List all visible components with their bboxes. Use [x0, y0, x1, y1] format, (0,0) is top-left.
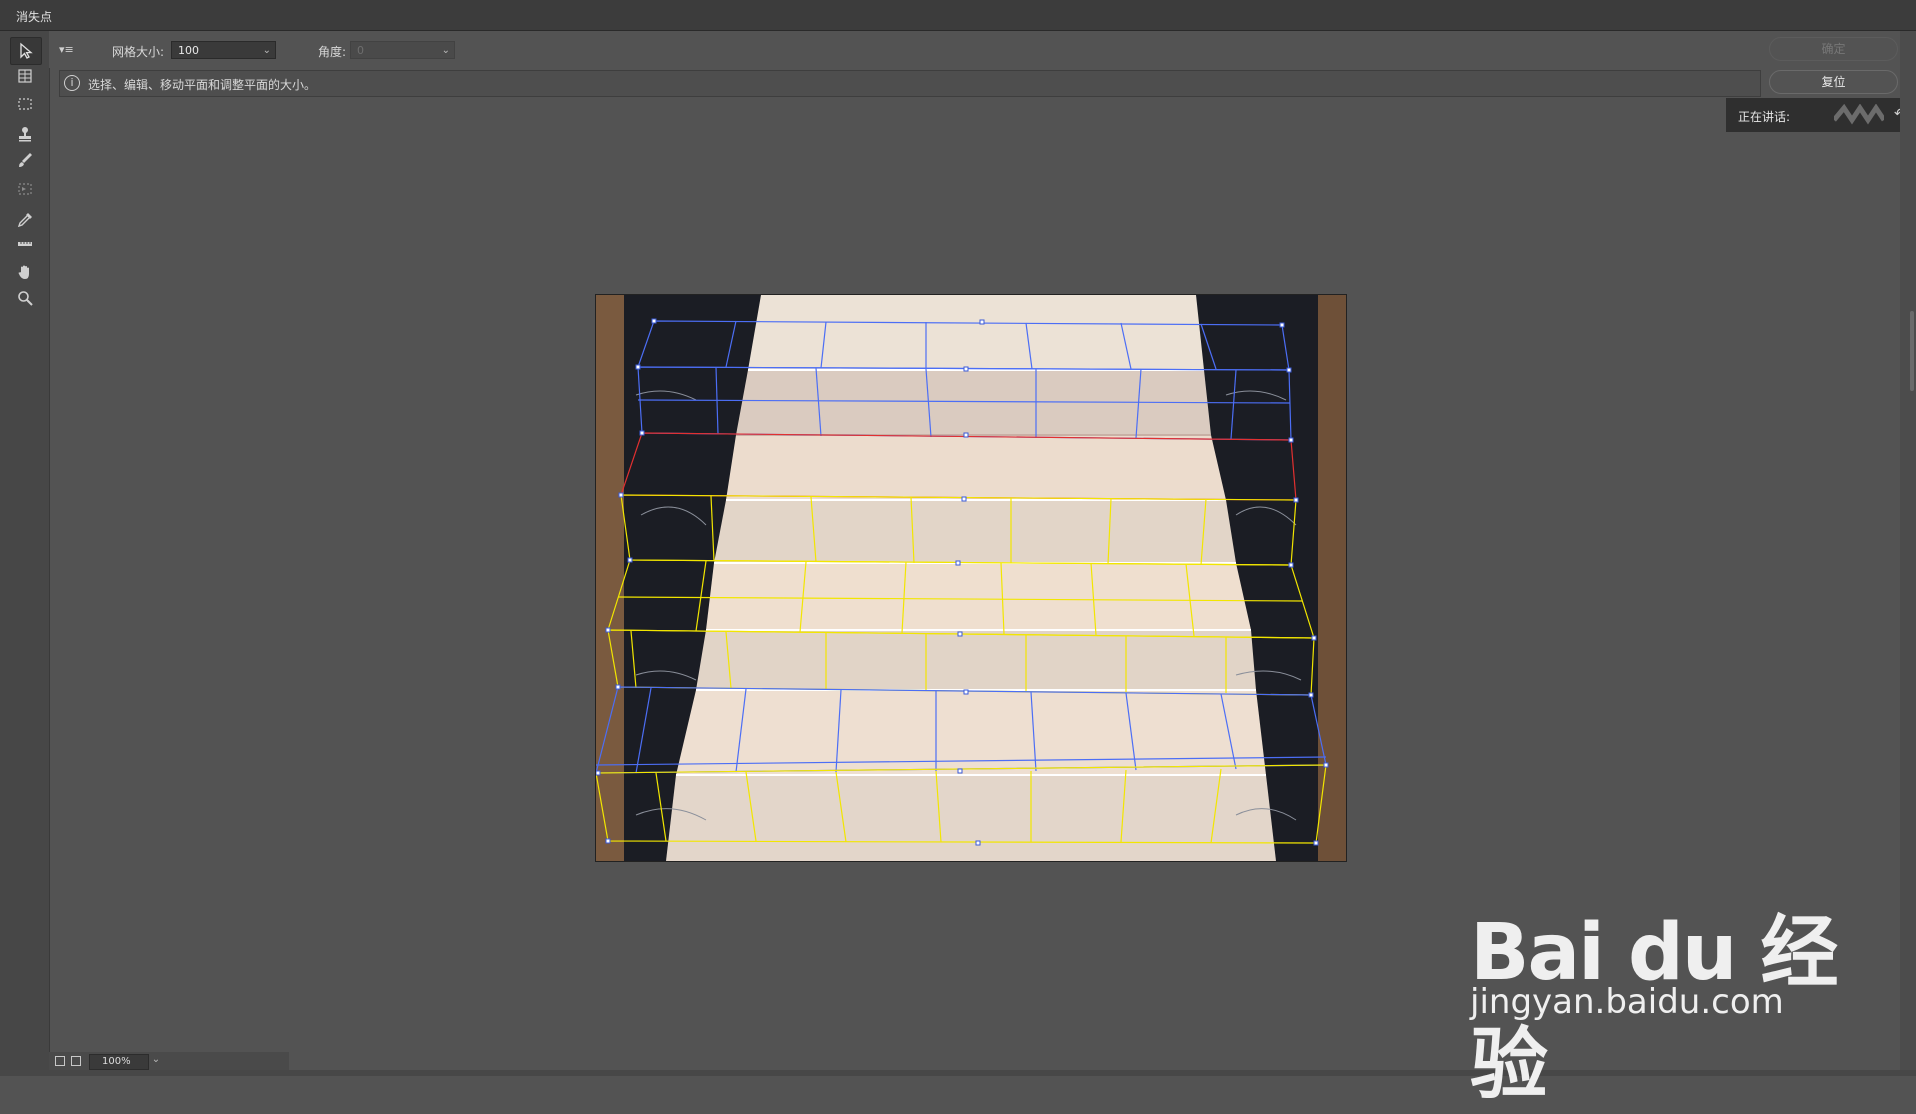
- angle-value: 0: [357, 44, 364, 57]
- brush-tool-icon[interactable]: [10, 147, 40, 173]
- chevron-down-icon[interactable]: ⌄: [149, 1054, 163, 1070]
- measure-tool-icon[interactable]: [10, 231, 40, 257]
- hand-tool-icon[interactable]: [10, 259, 40, 285]
- baidu-watermark: Bai du 经验 jingyan.baidu.com: [1460, 870, 1840, 1110]
- grid-size-label: 网格大小:: [112, 45, 165, 59]
- zoom-tool-icon[interactable]: [10, 285, 40, 311]
- staircase-image: [596, 295, 1346, 861]
- angle-input[interactable]: 0 ⌄: [350, 41, 455, 59]
- info-bar: i 选择、编辑、移动平面和调整平面的大小。: [59, 70, 1761, 97]
- edit-plane-tool-icon[interactable]: [10, 37, 42, 65]
- audio-wave-icon: [1834, 104, 1884, 125]
- chevron-down-icon[interactable]: ⌄: [442, 42, 450, 60]
- info-text: 选择、编辑、移动平面和调整平面的大小。: [88, 78, 317, 92]
- zoom-field[interactable]: 100%: [89, 1054, 149, 1070]
- speaking-panel: 正在讲话: ↶: [1726, 98, 1916, 132]
- angle-label: 角度:: [318, 45, 347, 59]
- scrollbar-thumb[interactable]: [1910, 311, 1914, 391]
- ok-button[interactable]: 确定: [1769, 37, 1898, 61]
- speaking-label: 正在讲话:: [1738, 110, 1791, 124]
- stamp-tool-icon[interactable]: [10, 121, 40, 147]
- title-bar: 消失点: [0, 0, 1916, 31]
- options-bar: ▾≡ 网格大小: 100 ⌄ 角度: 0 ⌄ 确定: [49, 31, 1916, 68]
- reset-button[interactable]: 复位: [1769, 70, 1898, 94]
- info-icon: i: [64, 75, 80, 91]
- marquee-tool-icon[interactable]: [10, 91, 40, 117]
- right-scroll-strip: [1900, 31, 1916, 1076]
- grid-size-value: 100: [178, 44, 199, 57]
- actual-size-icon[interactable]: [71, 1056, 81, 1066]
- image-canvas[interactable]: [596, 295, 1346, 861]
- watermark-url: jingyan.baidu.com: [1470, 982, 1784, 1022]
- grid-size-input[interactable]: 100 ⌄: [171, 41, 276, 59]
- window-title: 消失点: [16, 10, 53, 24]
- eyedropper-tool-icon[interactable]: [10, 207, 40, 233]
- transform-tool-icon[interactable]: [10, 176, 40, 202]
- status-bar: 100% ⌄: [49, 1052, 289, 1072]
- fit-view-icon[interactable]: [55, 1056, 65, 1066]
- tool-panel: [0, 31, 50, 1076]
- panel-menu-icon[interactable]: ▾≡: [59, 43, 74, 56]
- chevron-down-icon[interactable]: ⌄: [263, 42, 271, 60]
- create-plane-tool-icon[interactable]: [10, 63, 40, 89]
